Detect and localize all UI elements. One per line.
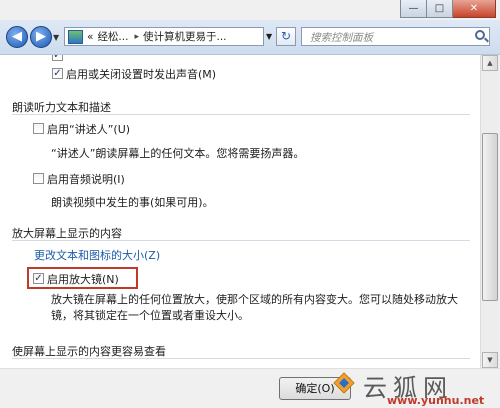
checkbox-narrator[interactable] xyxy=(33,123,44,134)
section-divider xyxy=(12,114,470,115)
section-title-narration: 朗读听力文本和描述 xyxy=(12,101,111,114)
section-divider xyxy=(12,240,470,241)
checkbox-top-row0[interactable]: ✓ xyxy=(52,55,63,61)
forward-button[interactable]: ▶ xyxy=(30,26,52,48)
checkbox-magnifier[interactable]: ✓ xyxy=(33,273,44,284)
maximize-button[interactable]: □ xyxy=(427,0,453,18)
site-watermark: 云狐网 www.yunhu.net xyxy=(327,366,500,407)
settings-content: ✓ ✓ 启用或关闭设置时发出声音(M) 朗读听力文本和描述 启用“讲述人”(U)… xyxy=(0,55,480,368)
window-caption-buttons: — □ ✕ xyxy=(400,0,496,18)
magnifier-label[interactable]: 启用放大镜(N) xyxy=(47,271,119,287)
address-dropdown[interactable]: ▼ xyxy=(266,32,272,41)
change-text-size-link[interactable]: 更改文本和图标的大小(Z) xyxy=(34,247,160,263)
sound-on-toggle-label[interactable]: 启用或关闭设置时发出声音(M) xyxy=(66,66,216,82)
audio-description-text: 朗读视频中发生的事(如果可用)。 xyxy=(51,196,214,209)
checkbox-audio-description[interactable] xyxy=(33,173,44,184)
narrator-label[interactable]: 启用“讲述人”(U) xyxy=(47,121,130,137)
narrator-description: “讲述人”朗读屏幕上的任何文本。您将需要扬声器。 xyxy=(51,147,305,160)
audio-description-label[interactable]: 启用音频说明(I) xyxy=(47,171,125,187)
recent-pages-dropdown[interactable]: ▼ xyxy=(53,33,59,42)
vertical-scrollbar[interactable]: ▲ ▼ xyxy=(480,55,499,368)
breadcrumb-ease-of-access[interactable]: 经松... xyxy=(97,29,128,44)
breadcrumb-make-easier[interactable]: 使计算机更易于... xyxy=(143,29,227,44)
minimize-button[interactable]: — xyxy=(400,0,427,18)
refresh-button[interactable]: ↻ xyxy=(276,27,296,46)
section-title-easier-view: 使屏幕上显示的内容更容易查看 xyxy=(12,345,166,358)
chevron-right-icon[interactable]: ▸ xyxy=(134,32,139,42)
scroll-thumb[interactable] xyxy=(482,133,498,301)
search-icon[interactable] xyxy=(475,30,485,40)
back-button[interactable]: ◀ xyxy=(6,26,28,48)
section-title-magnify: 放大屏幕上显示的内容 xyxy=(12,227,122,240)
breadcrumb-separator: « xyxy=(87,30,94,43)
watermark-logo-icon xyxy=(333,372,355,394)
watermark-url: www.yunhu.net xyxy=(387,394,485,407)
section-divider xyxy=(12,358,470,359)
search-placeholder: 搜索控制面板 xyxy=(310,32,373,44)
close-button[interactable]: ✕ xyxy=(453,0,496,18)
address-bar[interactable]: « 经松... ▸ 使计算机更易于... xyxy=(64,27,264,46)
control-panel-window: — □ ✕ ◀ ▶ ▼ « 经松... ▸ 使计算机更易于... ▼ ↻ 搜索控… xyxy=(0,0,500,408)
scroll-up-button[interactable]: ▲ xyxy=(482,55,498,71)
search-box[interactable]: 搜索控制面板 xyxy=(301,27,490,46)
magnifier-description: 放大镜在屏幕上的任何位置放大，使那个区域的所有内容变大。您可以随处移动放大镜，将… xyxy=(51,293,458,322)
control-panel-icon xyxy=(68,29,83,44)
checkbox-sound-on-toggle[interactable]: ✓ xyxy=(52,68,63,79)
navigation-bar: ◀ ▶ ▼ « 经松... ▸ 使计算机更易于... ▼ ↻ 搜索控制面板 xyxy=(0,20,500,55)
